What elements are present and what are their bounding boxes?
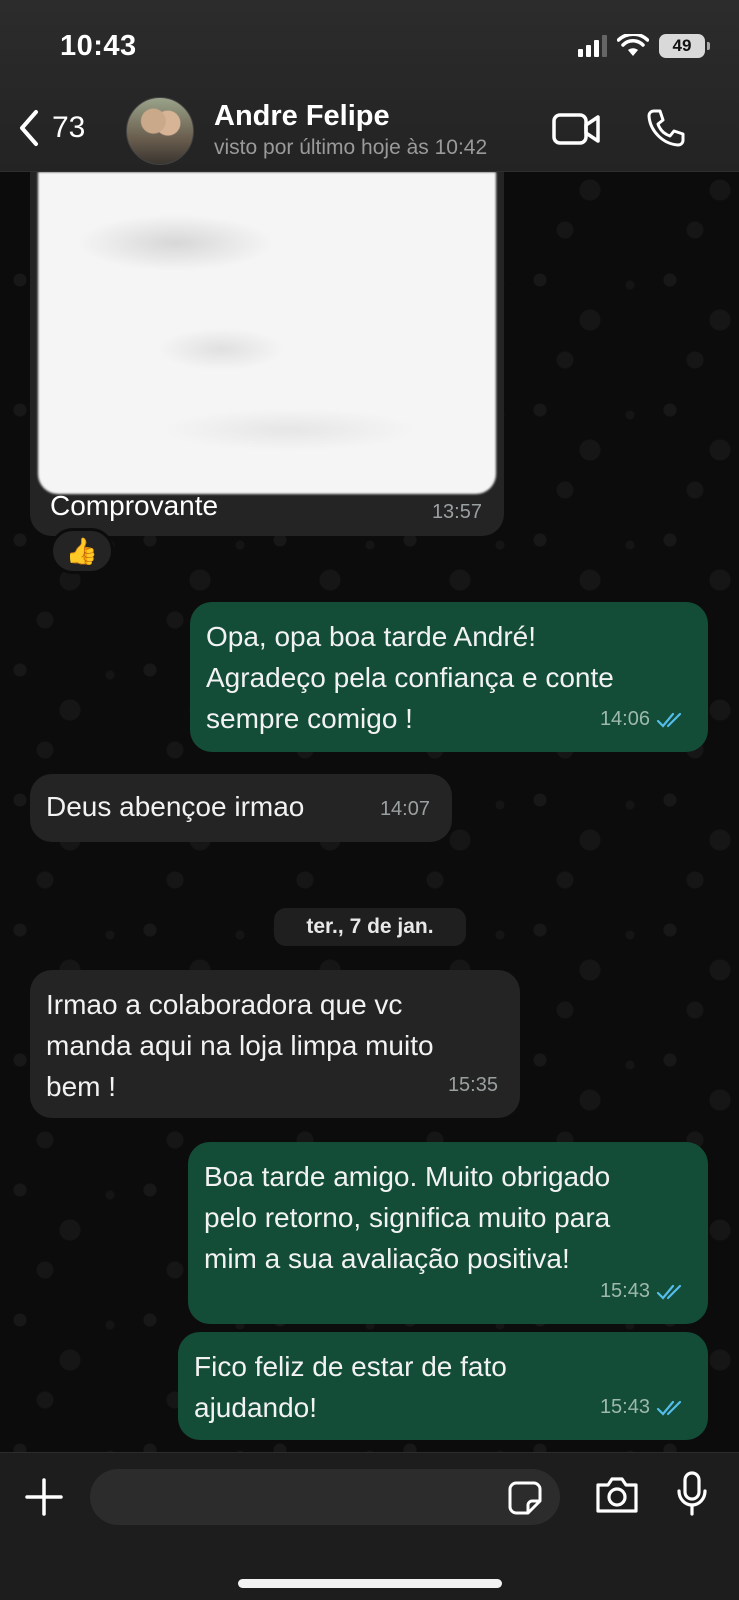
status-time: 10:43 [60,30,137,62]
image-attachment[interactable] [38,172,496,494]
battery-level: 49 [672,36,692,55]
attach-button[interactable] [24,1477,64,1522]
message-bubble-out[interactable]: Opa, opa boa tarde André! Agradeço pela … [190,602,708,752]
chevron-left-icon [20,110,38,146]
date-separator: ter., 7 de jan. [274,908,466,946]
message-bubble-out[interactable]: Boa tarde amigo. Muito obrigado pelo ret… [188,1142,708,1324]
contact-name[interactable]: Andre Felipe [214,100,390,133]
chat-header: 10:43 49 73 Andre Felipe visto por últim… [0,0,739,172]
read-ticks-icon [656,712,682,728]
message-time: 15:43 [599,1396,650,1418]
message-bubble-in[interactable]: Comprovante 13:57 [30,150,504,536]
message-meta: 15:43 [600,1387,686,1428]
read-ticks-icon [656,1284,682,1300]
message-bubble-out[interactable]: Fico feliz de estar de fato ajudando! 15… [178,1332,708,1440]
message-time: 15:43 [599,1280,650,1302]
phone-icon [647,109,685,147]
back-button[interactable]: 73 [16,108,85,148]
read-ticks-icon [656,1400,682,1416]
signal-icon [578,35,607,57]
home-indicator [238,1579,502,1588]
message-text: Deus abençoe irmao [46,791,305,822]
status-icons: 49 [578,34,710,58]
message-time: 15:35 [447,1074,498,1096]
camera-button[interactable] [594,1475,640,1520]
message-bubble-in[interactable]: Deus abençoe irmao 14:07 [30,774,452,842]
composer-bar [0,1452,739,1600]
voice-call-button[interactable] [646,108,686,153]
thumbs-up-icon: 👍 [65,535,99,566]
message-time: 14:06 [599,708,650,730]
message-meta: 15:43 [600,1271,686,1312]
message-time: 14:07 [379,798,430,820]
unread-count: 73 [52,111,86,144]
camera-icon [596,1477,638,1513]
contact-last-seen: visto por último hoje às 10:42 [214,136,488,159]
contact-avatar[interactable] [126,97,194,165]
message-meta: 14:06 [600,699,686,740]
message-bubble-in[interactable]: Irmao a colaboradora que vc manda aqui n… [30,970,520,1118]
message-input[interactable] [90,1469,560,1525]
sticker-button[interactable] [508,1481,542,1520]
sticker-icon [508,1481,542,1515]
message-caption: Comprovante [50,490,219,521]
battery-icon: 49 [659,34,710,58]
video-call-icon [552,113,600,145]
microphone-icon [677,1471,707,1516]
message-time: 13:57 [431,501,482,523]
message-text: Irmao a colaboradora que vc manda aqui n… [46,989,434,1102]
message-text: Boa tarde amigo. Muito obrigado pelo ret… [204,1161,611,1274]
voice-message-button[interactable] [676,1471,708,1522]
video-call-button[interactable] [552,112,602,151]
plus-icon [25,1478,63,1516]
wifi-icon [617,34,649,56]
reaction-badge[interactable]: 👍 [50,528,114,574]
